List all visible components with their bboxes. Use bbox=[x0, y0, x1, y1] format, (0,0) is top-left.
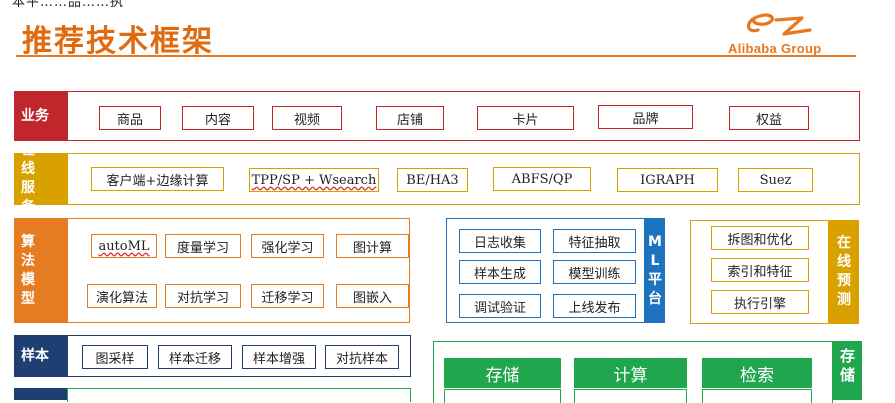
row-label-business: 业务 bbox=[14, 91, 67, 141]
online-item-abfs-qp: ABFS/QP bbox=[493, 167, 591, 191]
predict-item-index-feature: 索引和特征 bbox=[711, 258, 809, 282]
online-item-tpp-sp-text: TPP/SP + Wsearch bbox=[251, 172, 377, 188]
sample-item-transfer: 样本迁移 bbox=[158, 345, 232, 369]
algo-item-automl-text: autoML bbox=[98, 238, 150, 254]
alibaba-logo-icon bbox=[746, 13, 812, 36]
online-item-suez: Suez bbox=[738, 168, 813, 192]
ml-item-feature-extraction: 特征抽取 bbox=[553, 229, 636, 253]
row-label-sample: 样本 bbox=[14, 335, 67, 377]
storage-head-compute: 计算 bbox=[574, 358, 687, 388]
ml-item-log-collection: 日志收集 bbox=[459, 229, 541, 253]
business-item-card: 卡片 bbox=[477, 106, 574, 130]
business-item-brand: 品牌 bbox=[598, 105, 693, 129]
business-item-goods: 商品 bbox=[99, 106, 161, 130]
online-item-igraph: IGRAPH bbox=[617, 168, 718, 192]
storage-head-storage: 存储 bbox=[444, 358, 561, 388]
row-label-cutoff bbox=[14, 388, 67, 400]
predict-item-execution-engine: 执行引擎 bbox=[711, 290, 809, 314]
alibaba-logo-text: Alibaba Group bbox=[728, 41, 822, 56]
algo-item-evolutionary: 演化算法 bbox=[87, 284, 157, 308]
algo-item-transfer: 迁移学习 bbox=[251, 284, 324, 308]
page-title: 推荐技术框架 bbox=[22, 24, 214, 59]
online-item-tpp-sp: TPP/SP + Wsearch bbox=[249, 168, 379, 192]
sample-item-adversarial: 对抗样本 bbox=[325, 345, 399, 369]
algo-item-graph-embedding: 图嵌入 bbox=[336, 284, 409, 308]
row-label-algorithm-model: 算法模型 bbox=[14, 218, 67, 323]
online-item-client-edge: 客户端+边缘计算 bbox=[91, 167, 224, 191]
ml-item-sample-generation: 样本生成 bbox=[459, 260, 541, 284]
cut-off-top-text: 本平……品……执 bbox=[12, 0, 125, 10]
sample-item-graph-sampling: 图采样 bbox=[82, 345, 148, 369]
row-label-online-service: 在线服务 bbox=[14, 142, 67, 215]
business-item-content: 内容 bbox=[182, 106, 254, 130]
storage-sub-box-2 bbox=[574, 389, 687, 403]
storage-head-retrieval: 检索 bbox=[702, 358, 812, 388]
storage-sub-box-3 bbox=[702, 389, 812, 403]
algo-item-metric-learning: 度量学习 bbox=[165, 234, 241, 258]
algo-item-automl: autoML bbox=[91, 234, 157, 258]
business-item-video: 视频 bbox=[272, 106, 342, 130]
sample-item-augmentation: 样本增强 bbox=[242, 345, 316, 369]
business-item-store: 店铺 bbox=[376, 106, 444, 130]
ml-item-model-training: 模型训练 bbox=[553, 260, 636, 284]
business-item-rights: 权益 bbox=[729, 106, 809, 130]
ml-platform-label: ML平台 bbox=[645, 218, 665, 323]
algo-item-graph-computing: 图计算 bbox=[336, 234, 409, 258]
algo-item-adversarial: 对抗学习 bbox=[165, 284, 241, 308]
ml-item-deployment: 上线发布 bbox=[553, 294, 636, 318]
storage-side-label: 存储 bbox=[833, 341, 862, 400]
storage-sub-box-1 bbox=[444, 389, 561, 403]
online-prediction-label: 在线预测 bbox=[829, 220, 859, 324]
ml-item-debug-validation: 调试验证 bbox=[459, 294, 541, 318]
alibaba-logo: Alibaba Group bbox=[724, 8, 859, 58]
online-item-be-ha3: BE/HA3 bbox=[397, 168, 468, 192]
algo-item-reinforcement-learning: 强化学习 bbox=[251, 234, 324, 258]
predict-item-graph-split: 拆图和优化 bbox=[711, 226, 809, 250]
